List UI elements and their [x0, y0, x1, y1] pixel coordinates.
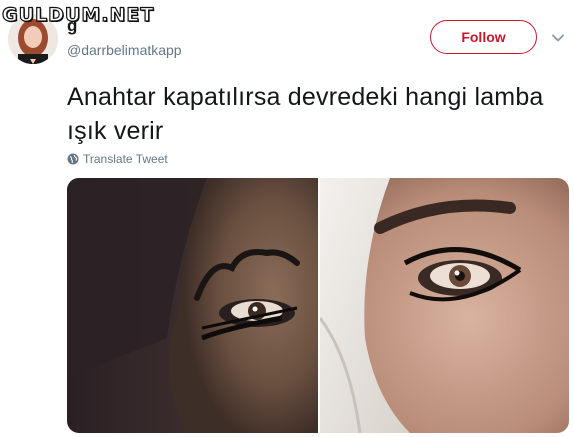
- translate-label: Translate Tweet: [83, 152, 168, 166]
- follow-button[interactable]: Follow: [430, 20, 537, 54]
- globe-icon: [67, 153, 79, 165]
- tweet-text: Anahtar kapatılırsa devredeki hangi lamb…: [67, 83, 544, 145]
- user-handle[interactable]: @darrbelimatkapp: [67, 42, 182, 58]
- media-grid[interactable]: [67, 178, 569, 433]
- watermark: GULDUM.NET: [1, 3, 155, 26]
- eye-makeup-photo-left: [67, 178, 318, 433]
- chevron-down-icon[interactable]: [551, 31, 565, 45]
- translate-tweet-link[interactable]: Translate Tweet: [67, 152, 168, 166]
- media-image-left[interactable]: [67, 178, 318, 433]
- eye-makeup-photo-right: [320, 178, 569, 433]
- media-image-right[interactable]: [320, 178, 569, 433]
